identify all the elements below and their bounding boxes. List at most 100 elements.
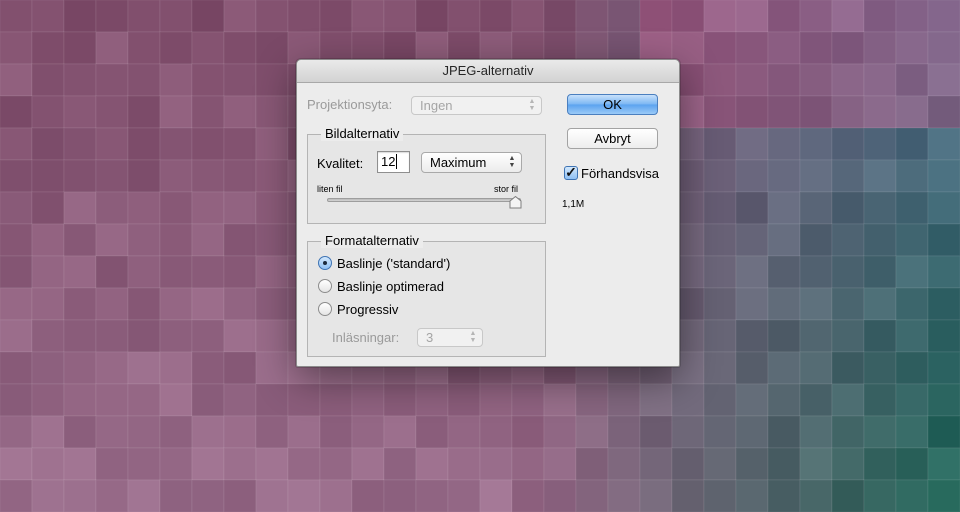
mosaic-tile	[255, 127, 289, 161]
mosaic-tile	[831, 95, 865, 129]
mosaic-tile	[543, 415, 577, 449]
scans-select[interactable]: 3 ▲ ▼	[417, 328, 483, 347]
mosaic-tile	[703, 31, 737, 65]
radio-label-baseline-optimized: Baslinje optimerad	[337, 279, 444, 294]
mosaic-tile	[351, 0, 385, 33]
mosaic-tile	[159, 447, 193, 481]
mosaic-tile	[223, 383, 257, 417]
preview-checkbox[interactable]: ✓	[564, 165, 578, 180]
mosaic-tile	[95, 159, 129, 193]
mosaic-tile	[127, 287, 161, 321]
radio-baseline-optimized[interactable]	[318, 279, 332, 293]
mosaic-tile	[383, 383, 417, 417]
mosaic-tile	[831, 415, 865, 449]
mosaic-tile	[191, 223, 225, 257]
mosaic-tile	[607, 447, 641, 481]
mosaic-tile	[927, 479, 960, 512]
mosaic-tile	[831, 351, 865, 385]
mosaic-tile	[767, 319, 801, 353]
mosaic-tile	[831, 447, 865, 481]
mosaic-tile	[351, 415, 385, 449]
mosaic-tile	[799, 31, 833, 65]
mosaic-tile	[895, 255, 929, 289]
mosaic-tile	[831, 255, 865, 289]
ok-button[interactable]: OK	[567, 94, 658, 115]
mosaic-tile	[767, 383, 801, 417]
quality-input[interactable]: 12	[377, 151, 410, 173]
mosaic-tile	[671, 447, 705, 481]
mosaic-tile	[127, 383, 161, 417]
mosaic-tile	[191, 255, 225, 289]
mosaic-tile	[863, 479, 897, 512]
mosaic-tile	[159, 95, 193, 129]
mosaic-tile	[127, 479, 161, 512]
mosaic-tile	[895, 63, 929, 97]
mosaic-tile	[255, 255, 289, 289]
mosaic-tile	[127, 447, 161, 481]
mosaic-tile	[31, 351, 65, 385]
mosaic-tile	[703, 415, 737, 449]
mosaic-tile	[159, 223, 193, 257]
mosaic-tile	[799, 287, 833, 321]
mosaic-tile	[31, 31, 65, 65]
mosaic-tile	[63, 127, 97, 161]
mosaic-tile	[735, 383, 769, 417]
mosaic-tile	[767, 255, 801, 289]
mosaic-tile	[63, 255, 97, 289]
mosaic-tile	[479, 0, 513, 33]
mosaic-tile	[607, 383, 641, 417]
mosaic-tile	[255, 287, 289, 321]
radio-progressive[interactable]	[318, 302, 332, 316]
mosaic-tile	[255, 383, 289, 417]
mosaic-tile	[895, 191, 929, 225]
mosaic-tile	[383, 447, 417, 481]
mosaic-tile	[63, 351, 97, 385]
mosaic-tile	[223, 287, 257, 321]
mosaic-tile	[831, 319, 865, 353]
slider-thumb-icon[interactable]	[509, 196, 522, 209]
mosaic-tile	[159, 31, 193, 65]
mosaic-tile	[479, 479, 513, 512]
mosaic-tile	[927, 0, 960, 33]
jpeg-options-dialog: JPEG-alternativ Projektionsyta: Ingen ▲ ▼…	[296, 59, 680, 367]
mosaic-tile	[0, 479, 33, 512]
mosaic-tile	[415, 479, 449, 512]
quality-preset-select[interactable]: Maximum ▲ ▼	[421, 152, 522, 173]
mosaic-tile	[895, 31, 929, 65]
mosaic-tile	[191, 95, 225, 129]
quality-slider[interactable]	[327, 198, 521, 202]
matte-select[interactable]: Ingen ▲ ▼	[411, 96, 542, 115]
mosaic-tile	[319, 383, 353, 417]
mosaic-tile	[351, 479, 385, 512]
mosaic-tile	[735, 479, 769, 512]
matte-label: Projektionsyta:	[307, 97, 393, 112]
mosaic-tile	[63, 63, 97, 97]
mosaic-tile	[255, 447, 289, 481]
mosaic-tile	[287, 415, 321, 449]
mosaic-tile	[927, 95, 960, 129]
up-down-arrows-icon: ▲ ▼	[508, 155, 516, 169]
mosaic-tile	[95, 191, 129, 225]
cancel-button[interactable]: Avbryt	[567, 128, 658, 149]
mosaic-tile	[0, 31, 33, 65]
mosaic-tile	[927, 447, 960, 481]
mosaic-tile	[863, 351, 897, 385]
mosaic-tile	[831, 63, 865, 97]
mosaic-tile	[895, 415, 929, 449]
mosaic-tile	[319, 447, 353, 481]
matte-value: Ingen	[420, 98, 453, 113]
mosaic-tile	[159, 159, 193, 193]
mosaic-tile	[191, 159, 225, 193]
mosaic-tile	[927, 63, 960, 97]
mosaic-tile	[863, 447, 897, 481]
mosaic-tile	[735, 447, 769, 481]
mosaic-tile	[831, 287, 865, 321]
mosaic-tile	[511, 479, 545, 512]
mosaic-tile	[831, 159, 865, 193]
mosaic-tile	[255, 159, 289, 193]
mosaic-tile	[0, 415, 33, 449]
mosaic-tile	[479, 415, 513, 449]
mosaic-tile	[31, 95, 65, 129]
mosaic-tile	[863, 319, 897, 353]
radio-baseline-standard[interactable]	[318, 256, 332, 270]
